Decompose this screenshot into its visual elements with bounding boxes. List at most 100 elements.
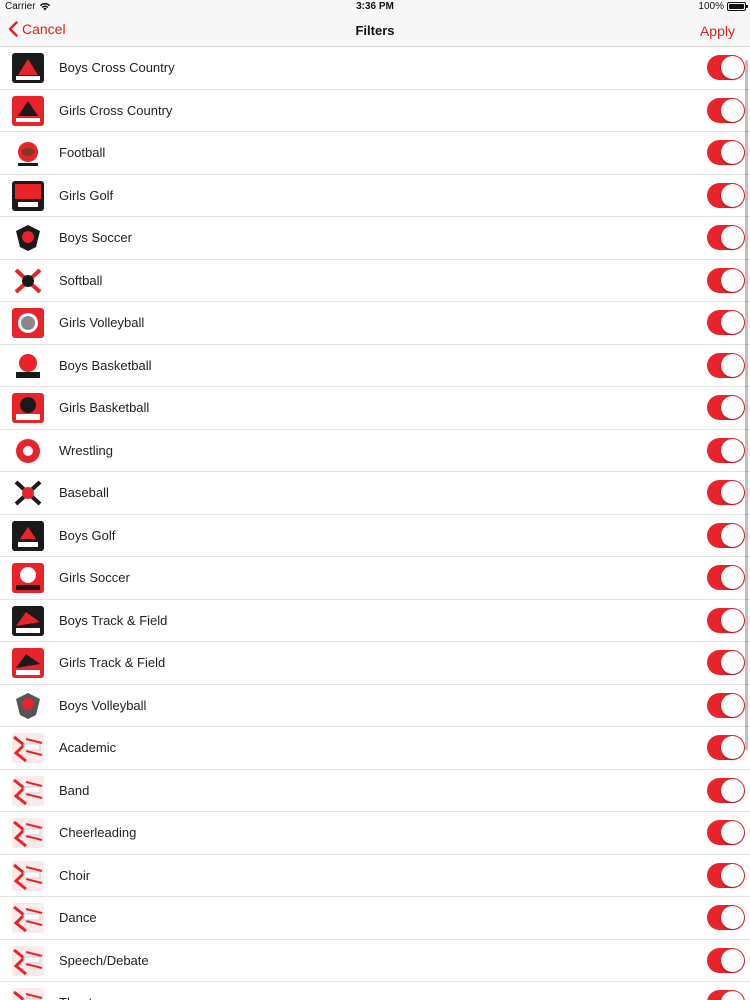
- list-item: Theatre: [0, 982, 750, 1000]
- filter-toggle[interactable]: [707, 905, 745, 930]
- list-item: Boys Basketball: [0, 345, 750, 387]
- team-logo-icon: [12, 265, 44, 296]
- filter-toggle[interactable]: [707, 862, 745, 888]
- filter-toggle[interactable]: [707, 777, 745, 803]
- team-logo-icon: [12, 435, 44, 466]
- filter-label: Girls Cross Country: [59, 102, 173, 118]
- filter-label: Cheerleading: [59, 825, 137, 840]
- team-logo-icon: [12, 563, 44, 593]
- list-item: Band: [0, 770, 750, 812]
- team-logo-icon: [12, 478, 44, 508]
- battery-indicator: 100%: [698, 1, 748, 12]
- toggle-knob: [721, 693, 744, 717]
- filter-label: Baseball: [59, 485, 109, 500]
- filter-label: Dance: [59, 910, 97, 925]
- apply-button[interactable]: Apply: [700, 23, 735, 39]
- filter-toggle[interactable]: [707, 395, 745, 420]
- team-logo-icon: [12, 393, 44, 423]
- filter-toggle[interactable]: [707, 692, 745, 718]
- filter-toggle[interactable]: [707, 437, 745, 463]
- list-item: Boys Cross Country: [0, 47, 750, 90]
- toggle-knob: [721, 141, 744, 164]
- list-item: Girls Basketball: [0, 387, 750, 430]
- filter-label: Speech/Debate: [59, 952, 149, 968]
- clock: 3:36 PM: [356, 1, 394, 12]
- toggle-knob: [721, 736, 744, 759]
- toggle-knob: [721, 778, 744, 802]
- toggle-knob: [721, 56, 744, 79]
- filter-toggle[interactable]: [707, 182, 745, 208]
- team-logo-icon: [12, 95, 44, 126]
- toggle-knob: [721, 906, 744, 929]
- filter-toggle[interactable]: [707, 735, 745, 760]
- battery-percent: 100%: [698, 1, 724, 12]
- filter-toggle[interactable]: [707, 480, 745, 505]
- filter-label: Choir: [59, 867, 91, 883]
- filter-toggle[interactable]: [707, 97, 745, 123]
- toggle-knob: [721, 268, 744, 292]
- list-item: Baseball: [0, 472, 750, 515]
- list-item: Cheerleading: [0, 812, 750, 855]
- list-item: Speech/Debate: [0, 940, 750, 982]
- filter-toggle[interactable]: [707, 310, 745, 335]
- filter-label: Girls Golf: [59, 187, 114, 203]
- filter-toggle[interactable]: [707, 990, 745, 1000]
- team-logo-icon: [12, 53, 44, 83]
- filter-toggle[interactable]: [707, 225, 745, 250]
- team-logo-icon: [12, 520, 44, 551]
- toggle-knob: [721, 608, 744, 632]
- team-logo-icon: [12, 690, 44, 721]
- filter-toggle[interactable]: [707, 607, 745, 633]
- filter-label: Girls Track & Field: [59, 655, 166, 670]
- filter-label: Girls Basketball: [59, 400, 150, 415]
- team-logo-icon: [12, 818, 44, 848]
- toggle-knob: [721, 311, 744, 334]
- filter-label: Academic: [59, 740, 117, 755]
- list-item: Boys Soccer: [0, 217, 750, 260]
- filter-label: Band: [59, 782, 90, 798]
- toggle-knob: [721, 651, 744, 674]
- navigation-bar: Cancel Filters Apply: [0, 14, 750, 47]
- list-item: Boys Track & Field: [0, 600, 750, 642]
- team-logo-icon: [12, 350, 44, 381]
- list-item: Choir: [0, 855, 750, 897]
- filter-toggle[interactable]: [707, 55, 745, 80]
- filter-toggle[interactable]: [707, 565, 745, 590]
- filter-toggle[interactable]: [707, 267, 745, 293]
- list-item: Football: [0, 132, 750, 175]
- filter-label: Football: [59, 145, 106, 160]
- list-item: Girls Soccer: [0, 557, 750, 600]
- filter-list[interactable]: Boys Cross Country Girls Cross Country Foo…: [0, 47, 750, 1000]
- filter-label: Theatre: [59, 995, 104, 1000]
- status-bar: Carrier 3:36 PM 100%: [0, 0, 750, 14]
- team-logo-icon: [12, 648, 44, 678]
- filter-toggle[interactable]: [707, 650, 745, 675]
- filter-label: Boys Cross Country: [59, 60, 175, 75]
- list-item: Girls Cross Country: [0, 90, 750, 132]
- filter-toggle[interactable]: [707, 522, 745, 548]
- team-logo-icon: [12, 733, 44, 763]
- toggle-knob: [721, 226, 744, 249]
- team-logo-icon: [12, 223, 44, 253]
- team-logo-icon: [12, 180, 44, 211]
- filter-label: Boys Golf: [59, 527, 116, 543]
- filter-label: Softball: [59, 272, 103, 288]
- page-title: Filters: [355, 23, 395, 38]
- list-item: Boys Volleyball: [0, 685, 750, 727]
- toggle-knob: [721, 481, 744, 504]
- team-logo-icon: [12, 945, 44, 976]
- filter-toggle[interactable]: [707, 352, 745, 378]
- list-item: Wrestling: [0, 430, 750, 472]
- filter-toggle[interactable]: [707, 820, 745, 845]
- toggle-knob: [721, 98, 744, 122]
- filter-toggle[interactable]: [707, 947, 745, 973]
- team-logo-icon: [12, 903, 44, 933]
- toggle-knob: [721, 396, 744, 419]
- toggle-knob: [721, 991, 744, 1000]
- filter-label: Boys Basketball: [59, 357, 152, 373]
- team-logo-icon: [12, 605, 44, 636]
- filter-toggle[interactable]: [707, 140, 745, 165]
- list-item: Boys Golf: [0, 515, 750, 557]
- filter-label: Boys Soccer: [59, 230, 132, 245]
- list-item: Dance: [0, 897, 750, 940]
